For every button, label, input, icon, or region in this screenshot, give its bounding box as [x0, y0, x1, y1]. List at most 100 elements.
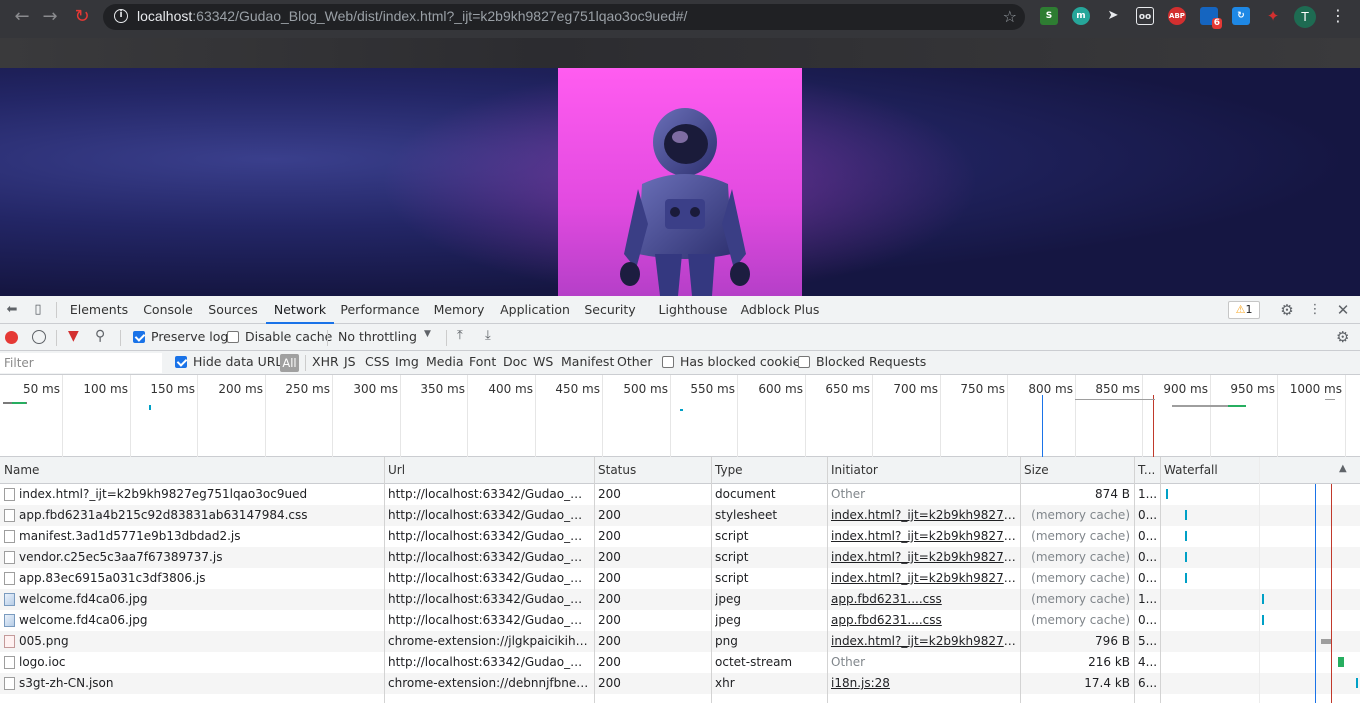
type-filter-css[interactable]: CSS [365, 354, 390, 369]
import-har-icon[interactable]: ⤒ [457, 328, 463, 343]
has-blocked-cookies-checkbox[interactable] [662, 356, 674, 368]
request-name: s3gt-zh-CN.json [19, 676, 114, 690]
settings-gear-icon[interactable]: ⚙ [1279, 302, 1295, 318]
table-row[interactable]: vendor.c25ec5c3aa7f67389737.js http://loc… [0, 547, 1360, 568]
divider [120, 330, 121, 346]
tick-line [1142, 375, 1143, 457]
table-row[interactable]: welcome.fd4ca06.jpg http://localhost:6334… [0, 610, 1360, 631]
search-icon[interactable]: ⚲ [95, 328, 105, 344]
tick-line [1210, 375, 1211, 457]
request-type: xhr [715, 676, 735, 690]
glasses-extension-icon[interactable]: oo [1136, 7, 1154, 25]
table-row[interactable]: welcome.fd4ca06.jpg http://localhost:6334… [0, 589, 1360, 610]
inspect-element-icon[interactable]: ⬅ [4, 302, 20, 318]
request-url: http://localhost:63342/Gudao_Blog_... [388, 529, 590, 543]
chevron-down-icon[interactable]: ▼ [424, 329, 431, 339]
tab-console[interactable]: Console [136, 296, 200, 324]
type-filter-media[interactable]: Media [426, 354, 464, 369]
cursor-extension-icon[interactable]: ➤ [1104, 7, 1122, 25]
type-filter-xhr[interactable]: XHR [312, 354, 339, 369]
tab-security[interactable]: Security [582, 296, 638, 324]
tick-line [535, 375, 536, 457]
waterfall-bar [1262, 615, 1264, 625]
request-time: 4... [1138, 655, 1158, 669]
column-separator [1160, 457, 1161, 703]
sync-extension-icon[interactable]: ↻ [1232, 7, 1250, 25]
column-time[interactable]: T... [1134, 457, 1160, 484]
puzzle-extension-icon[interactable]: ✦ [1264, 7, 1282, 25]
request-initiator: index.html?_ijt=k2b9kh9827eg75... [831, 550, 1017, 564]
request-size: (memory cache) [1031, 550, 1130, 564]
network-overview-timeline[interactable]: 50 ms 100 ms 150 ms 200 ms 250 ms 300 ms… [0, 375, 1360, 457]
disable-cache-checkbox[interactable] [227, 331, 239, 343]
document-file-icon [4, 572, 15, 585]
table-row[interactable]: logo.ioc http://localhost:63342/Gudao_Blo… [0, 652, 1360, 673]
address-bar[interactable]: i localhost:63342/Gudao_Blog_Web/dist/in… [103, 4, 1025, 30]
adblock-extension-icon[interactable]: ABP [1168, 7, 1186, 25]
network-settings-icon[interactable]: ⚙ [1336, 328, 1349, 346]
forward-icon[interactable]: → [38, 6, 62, 28]
column-url[interactable]: Url [384, 457, 594, 484]
office-extension-icon[interactable]: S [1040, 7, 1058, 25]
warning-counter[interactable]: ⚠1 [1228, 301, 1260, 319]
type-filter-ws[interactable]: WS [533, 354, 553, 369]
browser-menu-icon[interactable]: ⋮ [1330, 6, 1346, 25]
png-file-icon [4, 635, 15, 648]
profile-avatar[interactable]: T [1294, 6, 1316, 28]
bookmark-star-icon[interactable]: ☆ [1003, 7, 1017, 26]
column-name[interactable]: Name [0, 457, 384, 484]
request-time: 0... [1138, 550, 1158, 564]
blocked-requests-label: Blocked Requests [816, 354, 927, 369]
device-toggle-icon[interactable]: ▯ [30, 302, 46, 318]
hide-data-urls-checkbox[interactable] [175, 356, 187, 368]
blocked-requests-checkbox[interactable] [798, 356, 810, 368]
tab-elements[interactable]: Elements [66, 296, 132, 324]
close-devtools-icon[interactable]: ✕ [1335, 302, 1351, 318]
tab-adblock-plus[interactable]: Adblock Plus [740, 296, 820, 324]
preserve-log-checkbox[interactable] [133, 331, 145, 343]
badge-extension-icon[interactable]: 6 [1200, 7, 1222, 29]
column-waterfall[interactable]: Waterfall [1160, 457, 1340, 484]
table-row[interactable]: app.83ec6915a031c3df3806.js http://localh… [0, 568, 1360, 589]
request-status: 200 [598, 634, 621, 648]
table-row[interactable]: s3gt-zh-CN.json chrome-extension://debnnj… [0, 673, 1360, 694]
tab-performance[interactable]: Performance [340, 296, 420, 324]
export-har-icon[interactable]: ⤓ [485, 328, 491, 343]
filter-funnel-icon[interactable]: ▼ [68, 328, 79, 344]
info-icon[interactable]: i [114, 9, 128, 23]
table-row[interactable]: manifest.3ad1d5771e9b13dbdad2.js http://l… [0, 526, 1360, 547]
m-extension-icon[interactable]: m [1072, 7, 1090, 25]
column-size[interactable]: Size [1020, 457, 1134, 484]
type-filter-other[interactable]: Other [617, 354, 653, 369]
tab-memory[interactable]: Memory [430, 296, 488, 324]
column-type[interactable]: Type [711, 457, 827, 484]
type-filter-manifest[interactable]: Manifest [561, 354, 614, 369]
type-filter-all[interactable]: All [280, 354, 299, 372]
request-status: 200 [598, 508, 621, 522]
tick-label: 900 ms [1163, 382, 1208, 396]
type-filter-js[interactable]: JS [344, 354, 356, 369]
url-text[interactable]: localhost:63342/Gudao_Blog_Web/dist/inde… [137, 8, 687, 24]
throttling-select[interactable]: No throttling [338, 329, 417, 344]
tab-network[interactable]: Network [266, 296, 334, 324]
type-filter-doc[interactable]: Doc [503, 354, 527, 369]
filter-input[interactable]: Filter [0, 353, 162, 373]
more-options-icon[interactable]: ⋮ [1307, 302, 1323, 318]
record-button[interactable] [5, 331, 18, 344]
tab-sources[interactable]: Sources [204, 296, 262, 324]
waterfall-bar [1338, 657, 1344, 667]
clear-icon[interactable] [32, 330, 46, 344]
type-filter-img[interactable]: Img [395, 354, 419, 369]
table-row[interactable]: 005.png chrome-extension://jlgkpaicikihij… [0, 631, 1360, 652]
sort-arrow-icon[interactable]: ▲ [1339, 463, 1347, 474]
table-row[interactable]: app.fbd6231a4b215c92d83831ab63147984.css… [0, 505, 1360, 526]
reload-icon[interactable]: ↻ [70, 6, 94, 28]
tab-lighthouse[interactable]: Lighthouse [658, 296, 728, 324]
back-icon[interactable]: ← [10, 6, 34, 28]
document-file-icon [4, 677, 15, 690]
column-status[interactable]: Status [594, 457, 711, 484]
table-row[interactable]: index.html?_ijt=k2b9kh9827eg751lqao3oc9u… [0, 484, 1360, 505]
type-filter-font[interactable]: Font [469, 354, 496, 369]
tab-application[interactable]: Application [500, 296, 570, 324]
column-initiator[interactable]: Initiator [827, 457, 1020, 484]
